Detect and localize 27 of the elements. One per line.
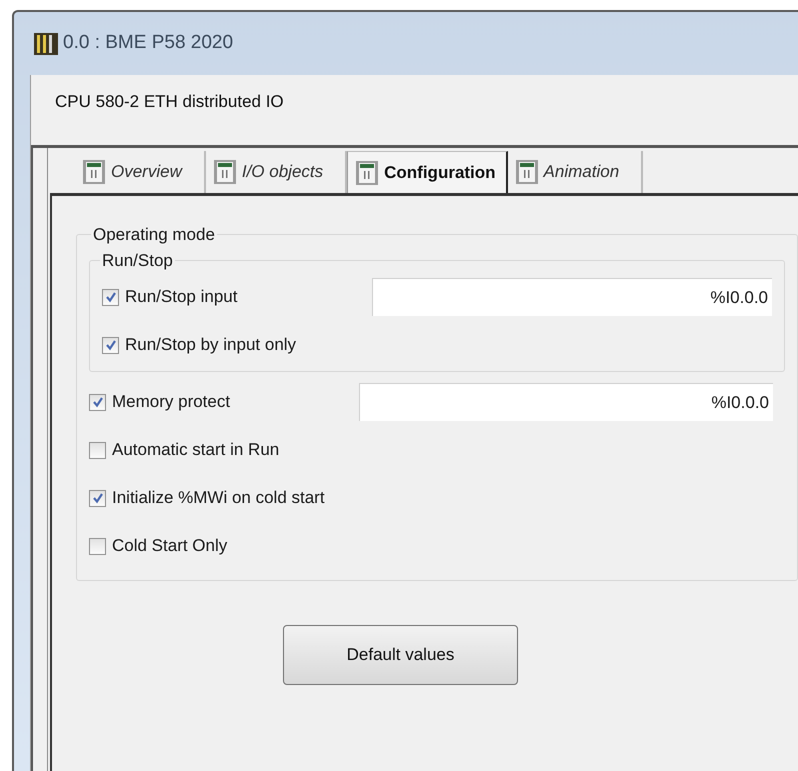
checkbox[interactable] [89, 394, 106, 410]
rack-icon [34, 32, 58, 54]
group-title: Operating mode [92, 224, 216, 246]
tab[interactable]: Overview [75, 151, 206, 193]
window-title: 0.0 : BME P58 2020 [63, 31, 234, 56]
checkbox-label: Automatic start in Run [112, 439, 280, 462]
checkbox[interactable] [89, 538, 106, 554]
checkbox-label: Run/Stop by input only [125, 334, 296, 356]
checkbox-label: Initialize %MWi on cold start [112, 487, 325, 510]
checkbox[interactable] [102, 336, 119, 354]
module-icon [214, 160, 236, 184]
checkbox[interactable] [102, 288, 119, 306]
group-title: Run/Stop [101, 250, 174, 272]
module-icon [516, 160, 538, 184]
module-icon [356, 160, 378, 184]
checkbox[interactable] [89, 490, 106, 506]
address-field[interactable]: %I0.0.0 [372, 278, 772, 316]
module-icon [83, 160, 105, 184]
checkbox[interactable] [89, 442, 106, 458]
tab[interactable]: Animation [508, 151, 644, 193]
checkbox-label: Cold Start Only [112, 535, 228, 558]
checkbox-label: Run/Stop input [125, 286, 238, 308]
checkbox-label: Memory protect [112, 391, 230, 414]
device-description: CPU 580-2 ETH distributed IO [55, 92, 284, 111]
default-values-button[interactable]: Default values [283, 625, 518, 685]
tab[interactable]: Configuration [347, 151, 508, 193]
address-field[interactable]: %I0.0.0 [359, 383, 773, 421]
